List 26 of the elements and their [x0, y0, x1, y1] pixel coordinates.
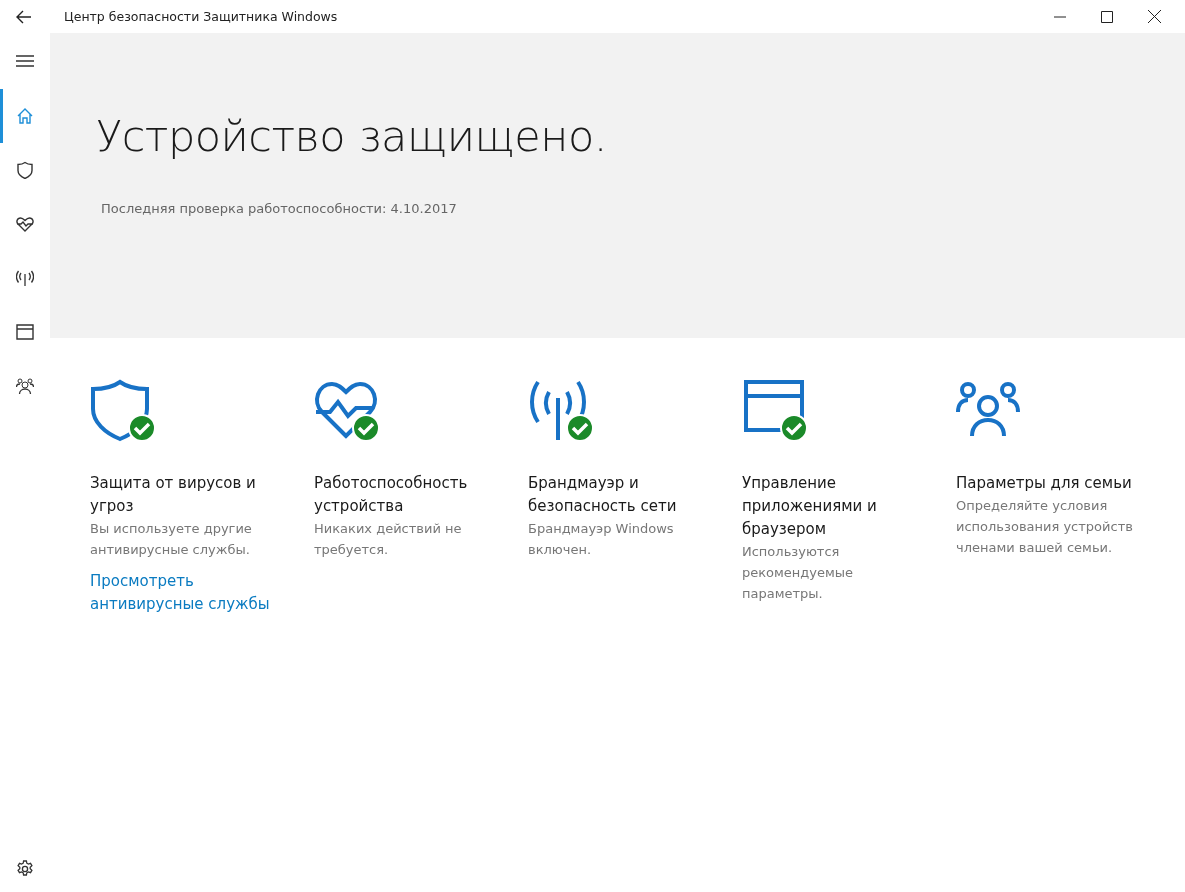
arrow-icon: [16, 9, 32, 24]
view-services-link[interactable]: Просмотреть антивирусные службы: [90, 570, 290, 616]
tile-description: Используются рекомендуемые параметры.: [742, 543, 855, 603]
menu-icon: [15, 54, 35, 68]
window-icon: [16, 323, 34, 341]
tile-title: Параметры для семьи: [956, 473, 1133, 494]
home-icon: [16, 107, 34, 125]
tile-title: Управление приложениями и браузером: [742, 473, 878, 540]
tile-title: Защита от вирусов и угроз: [90, 473, 257, 517]
last-check-text: Последняя проверка работоспособности: 4.10.2017: [101, 201, 458, 216]
tile-title: Брандмауэр и безопасность сети: [528, 473, 678, 517]
tile-description: Вы используете другие антивирусные службы.: [90, 520, 253, 559]
close-icon: [1147, 10, 1161, 23]
maximize-icon: [1101, 10, 1113, 23]
tile-title: Работоспособность устройства: [314, 473, 469, 517]
people-icon: [16, 377, 34, 395]
tile-description: Никаких действий не требуется.: [314, 520, 463, 559]
heartbeat-icon: [16, 215, 34, 233]
shield-icon: [16, 161, 34, 179]
minimize-icon: [1054, 15, 1066, 18]
status-heading: Устройство защищено.: [96, 110, 608, 161]
antenna-icon: [16, 269, 34, 287]
tile-description: Брандмауэр Windows включен.: [528, 520, 675, 559]
settings-icon: [16, 860, 34, 878]
window-title: Центр безопасности Защитника Windows: [64, 9, 339, 24]
tile-description: Определяйте условия использования устройств членами вашей семьи.: [956, 497, 1134, 557]
